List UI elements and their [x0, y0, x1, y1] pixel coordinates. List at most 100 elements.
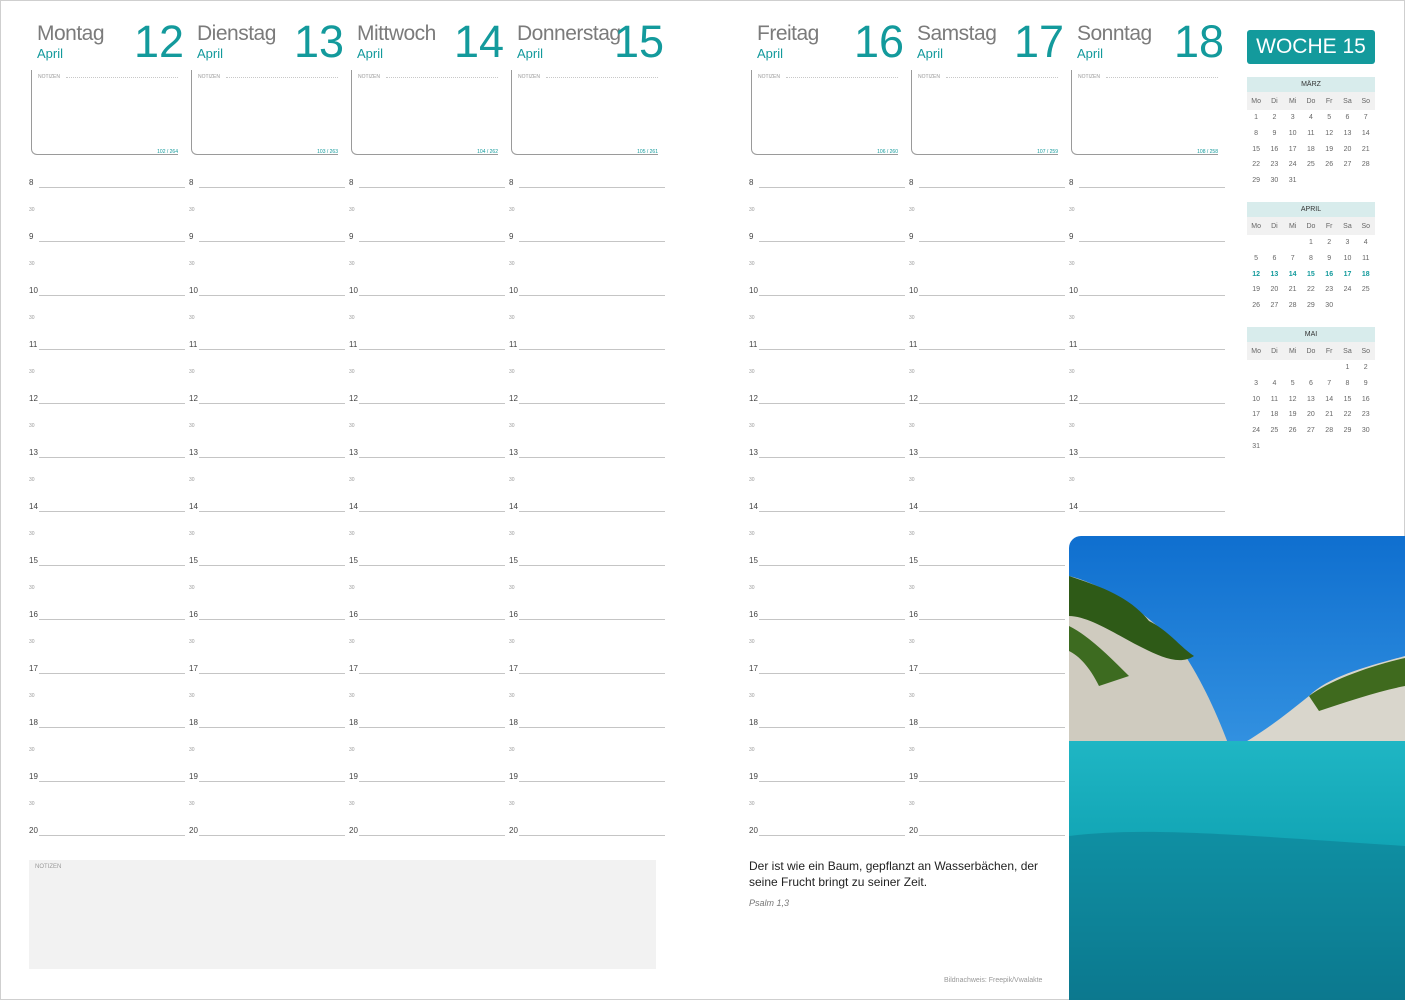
- half-hour-slot[interactable]: 30: [509, 745, 659, 772]
- hour-slot[interactable]: 14: [509, 502, 665, 529]
- half-hour-slot[interactable]: 30: [29, 259, 179, 286]
- half-hour-slot[interactable]: 30: [509, 799, 659, 826]
- half-hour-slot[interactable]: 30: [509, 205, 659, 232]
- hour-slot[interactable]: 9: [749, 232, 905, 259]
- hour-slot[interactable]: 8: [749, 178, 905, 205]
- half-hour-slot[interactable]: 30: [349, 583, 499, 610]
- half-hour-slot[interactable]: 30: [909, 421, 1059, 448]
- half-hour-slot[interactable]: 30: [1069, 205, 1219, 232]
- half-hour-slot[interactable]: 30: [749, 529, 899, 556]
- half-hour-slot[interactable]: 30: [509, 259, 659, 286]
- half-hour-slot[interactable]: 30: [349, 259, 499, 286]
- half-hour-slot[interactable]: 30: [189, 745, 339, 772]
- hour-slot[interactable]: 17: [749, 664, 905, 691]
- half-hour-slot[interactable]: 30: [189, 313, 339, 340]
- half-hour-slot[interactable]: 30: [349, 475, 499, 502]
- hour-slot[interactable]: 9: [509, 232, 665, 259]
- half-hour-slot[interactable]: 30: [749, 205, 899, 232]
- hour-slot[interactable]: 17: [909, 664, 1065, 691]
- half-hour-slot[interactable]: 30: [189, 529, 339, 556]
- half-hour-slot[interactable]: 30: [509, 367, 659, 394]
- half-hour-slot[interactable]: 30: [749, 637, 899, 664]
- half-hour-slot[interactable]: 30: [29, 745, 179, 772]
- half-hour-slot[interactable]: 30: [749, 745, 899, 772]
- half-hour-slot[interactable]: 30: [349, 367, 499, 394]
- half-hour-slot[interactable]: 30: [749, 475, 899, 502]
- hour-slot[interactable]: 9: [29, 232, 185, 259]
- half-hour-slot[interactable]: 30: [189, 421, 339, 448]
- hour-slot[interactable]: 16: [349, 610, 505, 637]
- hour-slot[interactable]: 15: [189, 556, 345, 583]
- hour-slot[interactable]: 16: [29, 610, 185, 637]
- half-hour-slot[interactable]: 30: [189, 583, 339, 610]
- day-notes-box[interactable]: NOTIZEN 104 / 262: [351, 70, 498, 155]
- hour-slot[interactable]: 8: [1069, 178, 1225, 205]
- hour-slot[interactable]: 13: [509, 448, 665, 475]
- hour-slot[interactable]: 16: [749, 610, 905, 637]
- hour-slot[interactable]: 10: [189, 286, 345, 313]
- half-hour-slot[interactable]: 30: [749, 259, 899, 286]
- half-hour-slot[interactable]: 30: [349, 529, 499, 556]
- half-hour-slot[interactable]: 30: [909, 475, 1059, 502]
- hour-slot[interactable]: 8: [29, 178, 185, 205]
- hour-slot[interactable]: 11: [349, 340, 505, 367]
- half-hour-slot[interactable]: 30: [509, 475, 659, 502]
- hour-slot[interactable]: 14: [349, 502, 505, 529]
- hour-slot[interactable]: 10: [1069, 286, 1225, 313]
- half-hour-slot[interactable]: 30: [1069, 475, 1219, 502]
- hour-slot[interactable]: 10: [749, 286, 905, 313]
- hour-slot[interactable]: 16: [909, 610, 1065, 637]
- day-notes-box[interactable]: NOTIZEN 106 / 260: [751, 70, 898, 155]
- day-notes-box[interactable]: NOTIZEN 105 / 261: [511, 70, 658, 155]
- half-hour-slot[interactable]: 30: [509, 529, 659, 556]
- hour-slot[interactable]: 14: [909, 502, 1065, 529]
- hour-slot[interactable]: 11: [509, 340, 665, 367]
- hour-slot[interactable]: 18: [29, 718, 185, 745]
- hour-slot[interactable]: 17: [189, 664, 345, 691]
- half-hour-slot[interactable]: 30: [189, 637, 339, 664]
- half-hour-slot[interactable]: 30: [909, 691, 1059, 718]
- hour-slot[interactable]: 12: [189, 394, 345, 421]
- hour-slot[interactable]: 20: [909, 826, 1065, 853]
- half-hour-slot[interactable]: 30: [749, 691, 899, 718]
- half-hour-slot[interactable]: 30: [909, 637, 1059, 664]
- half-hour-slot[interactable]: 30: [29, 205, 179, 232]
- hour-slot[interactable]: 12: [909, 394, 1065, 421]
- hour-slot[interactable]: 11: [189, 340, 345, 367]
- hour-slot[interactable]: 9: [349, 232, 505, 259]
- hour-slot[interactable]: 18: [749, 718, 905, 745]
- half-hour-slot[interactable]: 30: [749, 367, 899, 394]
- hour-slot[interactable]: 12: [29, 394, 185, 421]
- half-hour-slot[interactable]: 30: [29, 799, 179, 826]
- hour-slot[interactable]: 9: [909, 232, 1065, 259]
- half-hour-slot[interactable]: 30: [909, 745, 1059, 772]
- half-hour-slot[interactable]: 30: [349, 691, 499, 718]
- half-hour-slot[interactable]: 30: [509, 637, 659, 664]
- hour-slot[interactable]: 13: [749, 448, 905, 475]
- hour-slot[interactable]: 13: [1069, 448, 1225, 475]
- half-hour-slot[interactable]: 30: [909, 205, 1059, 232]
- half-hour-slot[interactable]: 30: [189, 799, 339, 826]
- hour-slot[interactable]: 14: [29, 502, 185, 529]
- half-hour-slot[interactable]: 30: [349, 745, 499, 772]
- hour-slot[interactable]: 11: [749, 340, 905, 367]
- hour-slot[interactable]: 11: [909, 340, 1065, 367]
- hour-slot[interactable]: 11: [1069, 340, 1225, 367]
- hour-slot[interactable]: 14: [749, 502, 905, 529]
- half-hour-slot[interactable]: 30: [29, 637, 179, 664]
- half-hour-slot[interactable]: 30: [29, 691, 179, 718]
- hour-slot[interactable]: 18: [909, 718, 1065, 745]
- hour-slot[interactable]: 19: [909, 772, 1065, 799]
- hour-slot[interactable]: 10: [349, 286, 505, 313]
- hour-slot[interactable]: 18: [509, 718, 665, 745]
- half-hour-slot[interactable]: 30: [749, 421, 899, 448]
- day-notes-box[interactable]: NOTIZEN 102 / 264: [31, 70, 178, 155]
- day-notes-box[interactable]: NOTIZEN 103 / 263: [191, 70, 338, 155]
- day-notes-box[interactable]: NOTIZEN 108 / 258: [1071, 70, 1218, 155]
- half-hour-slot[interactable]: 30: [909, 583, 1059, 610]
- hour-slot[interactable]: 20: [189, 826, 345, 853]
- hour-slot[interactable]: 17: [509, 664, 665, 691]
- day-notes-box[interactable]: NOTIZEN 107 / 259: [911, 70, 1058, 155]
- hour-slot[interactable]: 13: [909, 448, 1065, 475]
- hour-slot[interactable]: 17: [29, 664, 185, 691]
